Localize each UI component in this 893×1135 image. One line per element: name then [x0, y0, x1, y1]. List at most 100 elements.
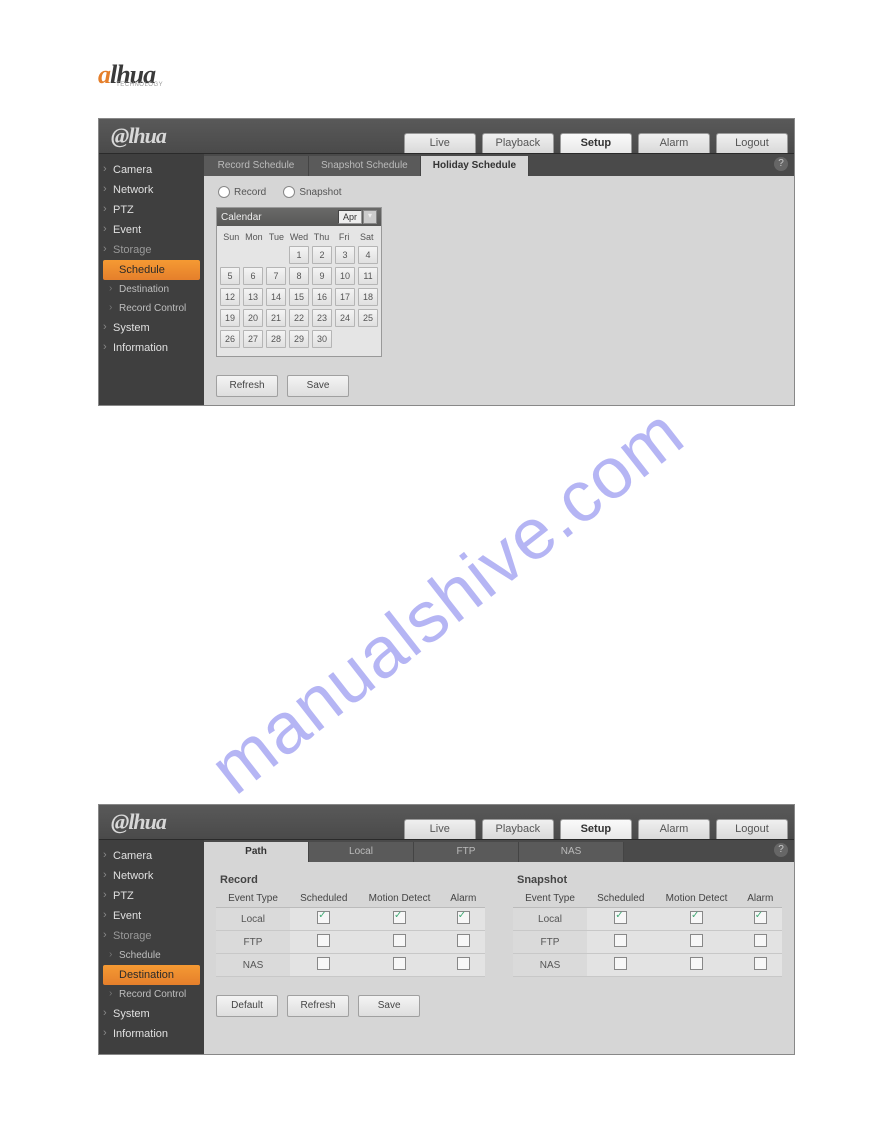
sidebar2-item-record-control[interactable]: Record Control: [99, 985, 204, 1004]
sidebar2-item-network[interactable]: Network: [99, 866, 204, 886]
nav-alarm-2[interactable]: Alarm: [638, 819, 710, 839]
calendar-day[interactable]: 6: [243, 267, 263, 285]
checkbox[interactable]: [690, 957, 703, 970]
checkbox[interactable]: [690, 934, 703, 947]
save-button[interactable]: Save: [287, 375, 349, 397]
tab-local[interactable]: Local: [309, 842, 414, 862]
refresh-button[interactable]: Refresh: [216, 375, 278, 397]
nav-alarm[interactable]: Alarm: [638, 133, 710, 153]
checkbox[interactable]: [614, 911, 627, 924]
calendar-day[interactable]: 8: [289, 267, 309, 285]
sidebar2-item-event[interactable]: Event: [99, 906, 204, 926]
tab-record-schedule[interactable]: Record Schedule: [204, 156, 309, 176]
checkbox[interactable]: [393, 957, 406, 970]
sidebar2-item-destination[interactable]: Destination: [103, 965, 200, 985]
calendar-day[interactable]: 10: [335, 267, 355, 285]
calendar-day[interactable]: 9: [312, 267, 332, 285]
calendar-day[interactable]: 2: [312, 246, 332, 264]
calendar-day[interactable]: 23: [312, 309, 332, 327]
nav-live[interactable]: Live: [404, 133, 476, 153]
checkbox[interactable]: [317, 934, 330, 947]
checkbox[interactable]: [393, 934, 406, 947]
table-snapshot: Event TypeScheduledMotion DetectAlarmLoc…: [513, 890, 782, 977]
calendar-day[interactable]: 4: [358, 246, 378, 264]
calendar-day[interactable]: 26: [220, 330, 240, 348]
calendar-day[interactable]: 1: [289, 246, 309, 264]
tab-holiday-schedule[interactable]: Holiday Schedule: [421, 156, 529, 176]
sidebar-item-record-control[interactable]: Record Control: [99, 299, 204, 318]
nav-logout-2[interactable]: Logout: [716, 819, 788, 839]
calendar-day[interactable]: 12: [220, 288, 240, 306]
tab-snapshot-schedule[interactable]: Snapshot Schedule: [309, 156, 421, 176]
calendar-day[interactable]: 25: [358, 309, 378, 327]
checkbox[interactable]: [614, 934, 627, 947]
radio-record[interactable]: Record: [218, 186, 266, 198]
checkbox[interactable]: [317, 911, 330, 924]
sidebar-item-schedule[interactable]: Schedule: [103, 260, 200, 280]
sidebar2-item-storage[interactable]: Storage: [99, 926, 204, 946]
refresh-button-2[interactable]: Refresh: [287, 995, 349, 1017]
calendar-day[interactable]: 5: [220, 267, 240, 285]
checkbox[interactable]: [393, 911, 406, 924]
nav-playback[interactable]: Playback: [482, 133, 554, 153]
calendar-day[interactable]: 11: [358, 267, 378, 285]
calendar-day[interactable]: 28: [266, 330, 286, 348]
calendar-day[interactable]: 24: [335, 309, 355, 327]
tab-ftp[interactable]: FTP: [414, 842, 519, 862]
nav-logout[interactable]: Logout: [716, 133, 788, 153]
calendar-header: Calendar Apr ▾: [217, 208, 381, 226]
sidebar2-item-information[interactable]: Information: [99, 1024, 204, 1044]
panel-holiday: @lhua Live Playback Setup Alarm Logout C…: [98, 118, 795, 406]
sidebar-item-ptz[interactable]: PTZ: [99, 200, 204, 220]
checkbox[interactable]: [457, 957, 470, 970]
calendar-day[interactable]: 22: [289, 309, 309, 327]
nav-setup-2[interactable]: Setup: [560, 819, 632, 839]
calendar-day[interactable]: 20: [243, 309, 263, 327]
sidebar-item-event[interactable]: Event: [99, 220, 204, 240]
checkbox[interactable]: [690, 911, 703, 924]
calendar-day[interactable]: 15: [289, 288, 309, 306]
radio-snapshot[interactable]: Snapshot: [283, 186, 341, 198]
tab-path[interactable]: Path: [204, 842, 309, 862]
checkbox[interactable]: [457, 934, 470, 947]
tab-nas[interactable]: NAS: [519, 842, 624, 862]
calendar-day[interactable]: 3: [335, 246, 355, 264]
calendar-day[interactable]: 13: [243, 288, 263, 306]
calendar-day[interactable]: 30: [312, 330, 332, 348]
save-button-2[interactable]: Save: [358, 995, 420, 1017]
checkbox[interactable]: [457, 911, 470, 924]
calendar-day[interactable]: 18: [358, 288, 378, 306]
sidebar-item-destination[interactable]: Destination: [99, 280, 204, 299]
sidebar-item-system[interactable]: System: [99, 318, 204, 338]
checkbox[interactable]: [614, 957, 627, 970]
calendar-day[interactable]: 17: [335, 288, 355, 306]
month-select[interactable]: Apr ▾: [338, 210, 377, 224]
checkbox[interactable]: [754, 911, 767, 924]
sidebar-item-network[interactable]: Network: [99, 180, 204, 200]
checkbox[interactable]: [317, 957, 330, 970]
sidebar-item-information[interactable]: Information: [99, 338, 204, 358]
checkbox[interactable]: [754, 934, 767, 947]
sidebar-item-storage[interactable]: Storage: [99, 240, 204, 260]
sidebar2-item-camera[interactable]: Camera: [99, 846, 204, 866]
default-button[interactable]: Default: [216, 995, 278, 1017]
calendar-day[interactable]: 21: [266, 309, 286, 327]
calendar-day[interactable]: 29: [289, 330, 309, 348]
radio-icon: [218, 186, 230, 198]
calendar-day[interactable]: 19: [220, 309, 240, 327]
chevron-down-icon[interactable]: ▾: [363, 210, 377, 224]
nav-setup[interactable]: Setup: [560, 133, 632, 153]
sidebar2-item-schedule[interactable]: Schedule: [99, 946, 204, 965]
calendar-day[interactable]: 14: [266, 288, 286, 306]
checkbox[interactable]: [754, 957, 767, 970]
help-icon[interactable]: ?: [774, 157, 788, 171]
calendar-day[interactable]: 27: [243, 330, 263, 348]
sidebar2-item-system[interactable]: System: [99, 1004, 204, 1024]
sidebar2-item-ptz[interactable]: PTZ: [99, 886, 204, 906]
calendar-day[interactable]: 16: [312, 288, 332, 306]
nav-playback-2[interactable]: Playback: [482, 819, 554, 839]
nav-live-2[interactable]: Live: [404, 819, 476, 839]
help-icon-2[interactable]: ?: [774, 843, 788, 857]
calendar-day[interactable]: 7: [266, 267, 286, 285]
sidebar-item-camera[interactable]: Camera: [99, 160, 204, 180]
